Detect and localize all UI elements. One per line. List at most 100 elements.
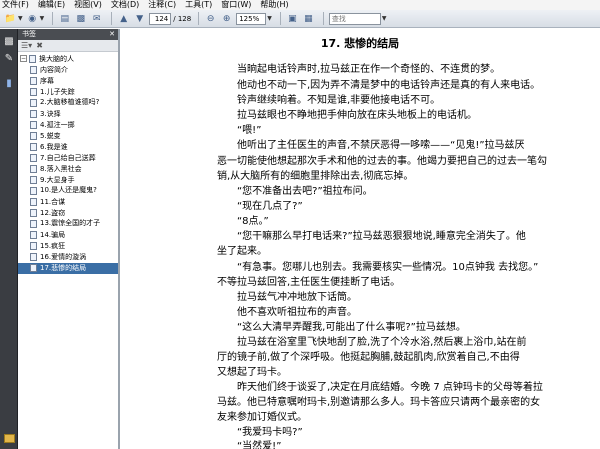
bookmark-item-selected[interactable]: 17.悲惨的结局 — [18, 263, 118, 274]
chevron-down-icon[interactable]: ▼ — [267, 15, 272, 22]
bookmark-root[interactable]: − 换大脑的人 — [18, 54, 118, 65]
text-line: 坐了起来。 — [217, 246, 267, 257]
bookmark-icon — [30, 77, 37, 85]
bookmark-item[interactable]: 9.大显身手 — [18, 175, 118, 186]
bookmark-item[interactable]: 14.骗局 — [18, 230, 118, 241]
bookmark-icon — [30, 242, 37, 250]
create-pdf-icon[interactable]: ◉ — [26, 12, 39, 25]
bookmark-label: 3.诀择 — [40, 110, 61, 118]
pages-icon[interactable]: ▩ — [3, 35, 15, 47]
page-total: / 128 — [173, 14, 192, 23]
menu-edit[interactable]: 编辑(E) — [38, 0, 65, 10]
menu-view[interactable]: 视图(V) — [74, 0, 102, 10]
fit-width-icon[interactable]: ▦ — [302, 12, 315, 25]
collapse-icon[interactable]: − — [20, 55, 27, 62]
zoom-out-icon[interactable]: ⊖ — [204, 12, 217, 25]
delete-bookmark-icon[interactable]: ✖ — [36, 41, 43, 50]
chevron-down-icon[interactable]: ▼ — [18, 15, 23, 22]
panel-title: 书签 — [22, 30, 36, 38]
toolbar: 📁 ▼ ◉ ▼ ▤ ▩ ✉ ▲ ▼ / 128 ⊖ ⊕ ▼ ▣ ▦ ▼ — [0, 10, 600, 28]
bookmark-item[interactable]: 8.落入黑社会 — [18, 164, 118, 175]
panel-header: 书签 ✕ — [18, 29, 118, 40]
text-line: 恶一切能使他想起那次手术和他的过去的事。他竭力要把自己的过去一笔勾 — [217, 156, 547, 167]
save-icon[interactable]: ▤ — [58, 12, 71, 25]
bookmark-label: 换大脑的人 — [39, 55, 74, 63]
text-line: 又想起了玛卡。 — [217, 367, 287, 378]
next-page-icon[interactable]: ▼ — [133, 12, 146, 25]
bookmark-label: 7.自己给自己送葬 — [40, 154, 96, 162]
bookmark-icon — [30, 88, 37, 96]
chevron-down-icon[interactable]: ▼ — [382, 15, 387, 22]
bookmark-item[interactable]: 7.自己给自己送葬 — [18, 153, 118, 164]
bookmark-icon — [30, 99, 37, 107]
page-number-input[interactable] — [149, 12, 172, 25]
document-page[interactable]: 17. 悲惨的结局 当晌起电话铃声时,拉马兹正在作一个奇怪的、不连贯的梦。 他动… — [120, 29, 600, 449]
menu-bar: 文件(F) 编辑(E) 视图(V) 文档(D) 注释(C) 工具(T) 窗口(W… — [0, 0, 600, 10]
toolbar-divider — [322, 12, 324, 25]
bookmark-label: 5.蜕变 — [40, 132, 61, 140]
bookmark-tree: − 换大脑的人 内容简介 序幕 1.儿子失踪 2.大脑移植谁德吗? 3.诀择 4… — [18, 52, 118, 274]
text-line: “我爱玛卡吗?” — [237, 427, 303, 438]
text-line: 不等拉马兹回答,主任医生便挂断了电话。 — [217, 277, 401, 288]
text-line: 马兹。他已特意嘱咐玛卡,别邀请那么多人。玛卡答应只请两个最亲密的女 — [217, 397, 541, 408]
print-icon[interactable]: ▩ — [74, 12, 87, 25]
text-line: “现在几点了?” — [237, 201, 303, 212]
toolbar-divider — [279, 12, 281, 25]
bookmark-item[interactable]: 16.爱情的漩涡 — [18, 252, 118, 263]
options-icon[interactable]: ☰▾ — [21, 41, 32, 50]
bookmark-label: 15.疯狂 — [40, 242, 66, 250]
menu-tools[interactable]: 工具(T) — [185, 0, 212, 10]
zoom-in-icon[interactable]: ⊕ — [220, 12, 233, 25]
bookmark-item[interactable]: 2.大脑移植谁德吗? — [18, 98, 118, 109]
open-folder-icon[interactable]: 📁 — [4, 12, 17, 25]
text-line: “您不准备出去吧?”祖拉布问。 — [237, 186, 373, 197]
bookmark-item[interactable]: 序幕 — [18, 76, 118, 87]
bookmark-item[interactable]: 6.我是谁 — [18, 142, 118, 153]
previous-page-icon[interactable]: ▲ — [117, 12, 130, 25]
bookmark-item[interactable]: 11.合谋 — [18, 197, 118, 208]
text-line: 拉马兹在浴室里飞快地刮了脸,洗了个冷水浴,然后裹上浴巾,站在前 — [237, 337, 527, 348]
bookmark-label: 9.大显身手 — [40, 176, 75, 184]
text-line: “有急事。您哪儿也别去。我需要核实一些情况。10点钟我 去找您。” — [237, 262, 539, 273]
menu-document[interactable]: 文档(D) — [111, 0, 139, 10]
menu-file[interactable]: 文件(F) — [2, 0, 29, 10]
bookmark-item[interactable]: 12.盗窃 — [18, 208, 118, 219]
bookmark-icon — [30, 110, 37, 118]
bookmark-item[interactable]: 13.震惊全国的才子 — [18, 219, 118, 230]
text-line: 他动也不动一下,因为弄不清是梦中的电话铃声还是真的有人来电话。 — [237, 80, 541, 91]
bookmark-label: 14.骗局 — [40, 231, 66, 239]
text-line: 他听出了主任医生的声音,不禁厌恶得一哆嗦——“见鬼!”拉马兹厌 — [237, 140, 525, 151]
bookmark-item[interactable]: 5.蜕变 — [18, 131, 118, 142]
bookmark-item[interactable]: 内容简介 — [18, 65, 118, 76]
text-line: 当晌起电话铃声时,拉马兹正在作一个奇怪的、不连贯的梦。 — [237, 64, 501, 75]
menu-help[interactable]: 帮助(H) — [260, 0, 288, 10]
bookmark-icon — [30, 220, 37, 228]
fit-page-icon[interactable]: ▣ — [286, 12, 299, 25]
menu-window[interactable]: 窗口(W) — [221, 0, 251, 10]
bookmark-item[interactable]: 3.诀择 — [18, 109, 118, 120]
text-line: 铃声继续响着。不知是谁,非要他接电话不可。 — [237, 95, 441, 106]
bookmark-icon — [30, 165, 37, 173]
bookmark-icon — [30, 231, 37, 239]
bookmark-item[interactable]: 4.孤注一掷 — [18, 120, 118, 131]
zoom-input[interactable] — [236, 12, 267, 25]
chevron-down-icon[interactable]: ▼ — [40, 15, 45, 22]
text-line: “当然爱!” — [237, 441, 282, 449]
bookmark-icon — [30, 264, 37, 272]
attachments-icon[interactable]: ✎ — [3, 52, 15, 64]
text-line: 销,从大脑所有的细胞里排除出去,彻底忘掉。 — [217, 171, 414, 182]
menu-comments[interactable]: 注释(C) — [148, 0, 176, 10]
bookmarks-icon[interactable]: ▮ — [3, 77, 15, 89]
bookmark-icon — [30, 143, 37, 151]
comments-icon[interactable] — [4, 434, 15, 443]
toolbar-divider — [52, 12, 54, 25]
bookmark-item[interactable]: 15.疯狂 — [18, 241, 118, 252]
bookmark-icon — [30, 187, 37, 195]
bookmark-item[interactable]: 10.是人还是魔鬼? — [18, 186, 118, 197]
bookmark-item[interactable]: 1.儿子失踪 — [18, 87, 118, 98]
bookmark-label: 11.合谋 — [40, 198, 66, 206]
close-icon[interactable]: ✕ — [109, 29, 115, 40]
email-icon[interactable]: ✉ — [90, 12, 103, 25]
search-input[interactable] — [328, 12, 381, 25]
text-line: “8点。” — [237, 216, 269, 227]
